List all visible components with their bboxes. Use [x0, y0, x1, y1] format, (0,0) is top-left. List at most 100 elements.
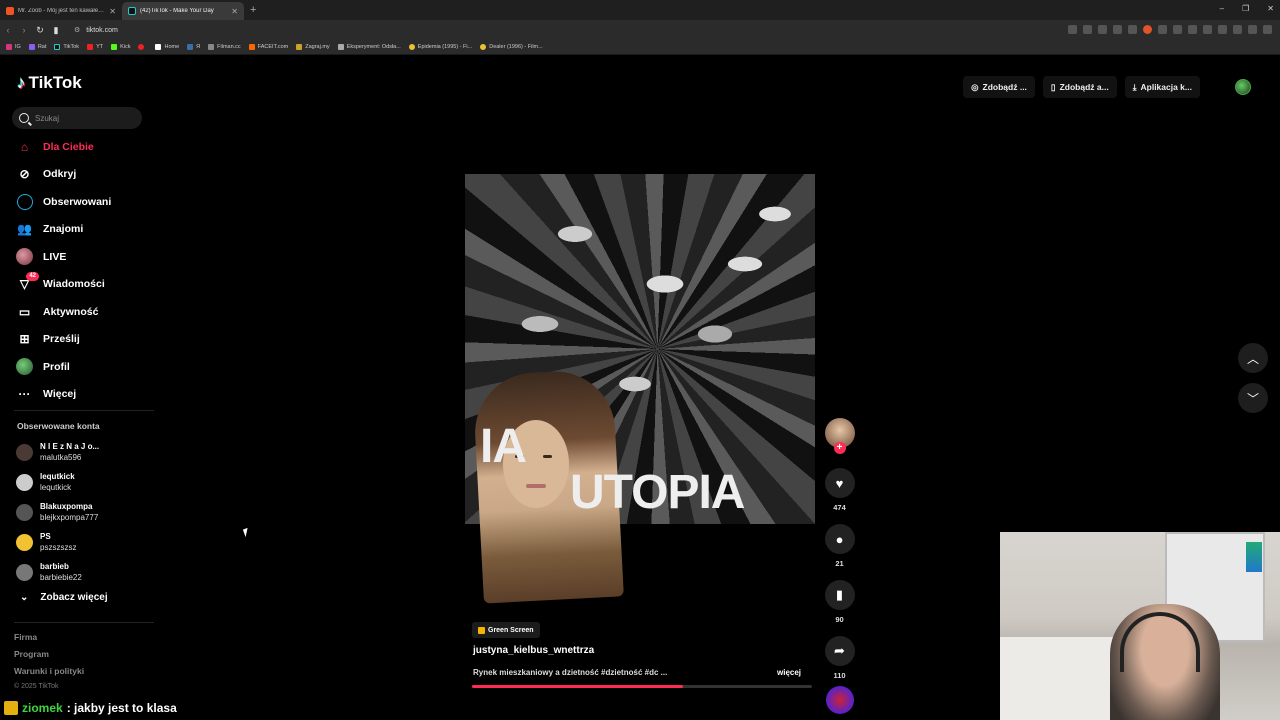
- bookmark-item[interactable]: Rat: [28, 44, 46, 50]
- footer-link-terms[interactable]: Warunki i polityki: [14, 666, 84, 683]
- like-button[interactable]: ♥: [824, 468, 855, 498]
- tiktok-note-icon: ♪: [17, 73, 26, 92]
- chevron-down-icon: ⌄: [20, 592, 29, 603]
- see-more-button[interactable]: ⌄ Zobacz więcej: [20, 592, 108, 603]
- music-disc-icon[interactable]: [825, 686, 854, 714]
- footer-link-program[interactable]: Program: [14, 649, 84, 666]
- chat-text: : jakby jest to klasa: [66, 701, 177, 715]
- close-tab-icon[interactable]: ✕: [109, 7, 116, 16]
- next-video-button[interactable]: ﹀: [1238, 383, 1268, 413]
- url-field[interactable]: ⚙ tiktok.com: [74, 26, 118, 35]
- video-author[interactable]: justyna_kielbus_wnettrza: [473, 645, 594, 656]
- more-icon: ···: [18, 387, 31, 402]
- video-caption: Rynek mieszkaniowy a dzietność #dzietnoś…: [473, 668, 668, 677]
- phone-icon: ▯: [1050, 81, 1056, 92]
- sidebar-item-upload[interactable]: ⊞ Prześlij: [16, 326, 111, 354]
- extension-icon[interactable]: [1203, 25, 1212, 34]
- browser-tab-2[interactable]: (42)TikTok - Make Your Day ✕: [122, 2, 244, 20]
- comment-button[interactable]: ●: [824, 524, 855, 554]
- extension-icon[interactable]: [1233, 25, 1242, 34]
- effect-badge[interactable]: Green Screen: [472, 622, 540, 638]
- bookmark-item[interactable]: IG: [6, 44, 21, 50]
- sidebar-item-following[interactable]: Obserwowani: [16, 188, 111, 216]
- creator-avatar[interactable]: +: [824, 418, 855, 454]
- youtube-favicon-icon: [6, 7, 14, 15]
- share-button[interactable]: ➦: [824, 636, 855, 666]
- sidebar-item-activity[interactable]: ▭ Aktywność: [16, 298, 111, 326]
- forward-icon[interactable]: ›: [16, 25, 32, 35]
- reload-icon[interactable]: ↻: [32, 25, 48, 36]
- bookmark-item[interactable]: Home: [155, 44, 179, 50]
- sidebar-item-live[interactable]: LIVE: [16, 243, 111, 271]
- followed-account[interactable]: N I E z N a J o... malutka596: [16, 437, 99, 467]
- tiktok-logo[interactable]: ♪ TikTok: [17, 73, 82, 93]
- extension-icon[interactable]: [1098, 25, 1107, 34]
- restore-button[interactable]: ❐: [1242, 4, 1249, 13]
- sidebar-item-friends[interactable]: 👥 Znajomi: [16, 216, 111, 244]
- extension-icon[interactable]: [1188, 25, 1197, 34]
- webcam-overlay: [1000, 532, 1280, 720]
- new-tab-button[interactable]: +: [250, 4, 256, 16]
- previous-video-button[interactable]: ︿: [1238, 343, 1268, 373]
- download-icon[interactable]: [1218, 25, 1227, 34]
- coin-icon: ◎: [971, 81, 979, 92]
- bookmark-item[interactable]: Я: [187, 44, 200, 50]
- site-info-icon[interactable]: ⚙: [74, 26, 80, 34]
- extension-icon[interactable]: [1113, 25, 1122, 34]
- followed-account[interactable]: Blakuxpompa blejkxpompa777: [16, 497, 99, 527]
- bookmark-item[interactable]: YT: [87, 44, 103, 50]
- sidebar-item-more[interactable]: ··· Więcej: [16, 381, 111, 409]
- footer-link-company[interactable]: Firma: [14, 632, 84, 649]
- followed-account[interactable]: PS pszszszsz: [16, 527, 99, 557]
- get-coins-button[interactable]: ◎ Zdobądź ...: [963, 76, 1035, 98]
- bookmark-item[interactable]: TikTok: [54, 44, 79, 50]
- bookmark-icon[interactable]: ▮: [48, 25, 64, 36]
- close-tab-icon[interactable]: ✕: [231, 7, 238, 16]
- address-bar: ‹ › ↻ ▮ ⚙ tiktok.com: [0, 20, 1280, 40]
- sidebar-item-explore[interactable]: ⊘ Odkryj: [16, 161, 111, 189]
- share-count: 110: [833, 671, 846, 680]
- bookmark-item[interactable]: FACEIT.com: [248, 44, 288, 50]
- menu-icon[interactable]: [1263, 25, 1272, 34]
- divider: [14, 622, 154, 623]
- followed-account[interactable]: lequtkick lequtkick: [16, 467, 99, 497]
- extension-icon[interactable]: [1158, 25, 1167, 34]
- video-progress-bar[interactable]: [472, 685, 812, 688]
- home-icon: ⌂: [20, 139, 29, 154]
- get-app-button[interactable]: ▯ Zdobądź a...: [1042, 76, 1117, 98]
- bookmark-item[interactable]: [138, 44, 147, 50]
- extension-icon[interactable]: [1128, 25, 1137, 34]
- bookmark-item[interactable]: Dealer (1996) - Film...: [480, 44, 543, 50]
- minimize-button[interactable]: –: [1220, 4, 1224, 13]
- followed-account[interactable]: barbieb barbiebie22: [16, 557, 99, 587]
- bookmark-item[interactable]: Kick: [111, 44, 130, 50]
- extension-icon[interactable]: [1083, 25, 1092, 34]
- browser-tab-1[interactable]: Mr. Zoob - Mój jest ten kawałek podł ✕: [0, 2, 122, 20]
- follow-plus-icon[interactable]: +: [833, 442, 846, 454]
- brave-shield-icon[interactable]: [1143, 25, 1152, 34]
- avatar: [16, 473, 33, 491]
- sidebar-item-messages[interactable]: ▽ 42 Wiadomości: [16, 271, 111, 299]
- extension-icon[interactable]: [1248, 25, 1257, 34]
- close-window-button[interactable]: ✕: [1267, 4, 1274, 13]
- save-button[interactable]: ▮: [824, 580, 855, 610]
- user-avatar[interactable]: [1235, 79, 1251, 95]
- save-count: 90: [835, 615, 844, 624]
- bookmark-item[interactable]: Eksperyment: Odsła...: [337, 44, 401, 50]
- search-input[interactable]: Szukaj: [12, 107, 142, 129]
- divider: [14, 410, 154, 411]
- bookmark-item[interactable]: Filman.cc: [208, 44, 241, 50]
- back-icon[interactable]: ‹: [0, 25, 16, 35]
- sidebar-footer: Firma Program Warunki i polityki © 2025 …: [14, 632, 84, 700]
- extension-icon[interactable]: [1173, 25, 1182, 34]
- extension-icon[interactable]: [1068, 25, 1077, 34]
- window-controls: – ❐ ✕: [1220, 4, 1274, 13]
- sidebar-item-profile[interactable]: Profil: [16, 353, 111, 381]
- bookmark-item[interactable]: Zagraj.my: [296, 44, 330, 50]
- like-count: 474: [833, 503, 846, 512]
- bookmark-item[interactable]: Epidemia (1995) - Fi...: [408, 44, 472, 50]
- desktop-app-button[interactable]: ⤓ Aplikacja k...: [1124, 76, 1200, 98]
- comment-icon: ●: [835, 531, 844, 547]
- more-caption-button[interactable]: więcej: [777, 668, 801, 677]
- sidebar-item-for-you[interactable]: ⌂ Dla Ciebie: [16, 133, 111, 161]
